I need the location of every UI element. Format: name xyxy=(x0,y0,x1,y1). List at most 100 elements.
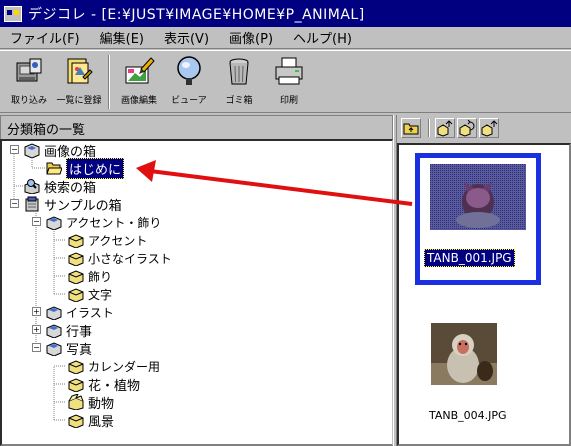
tree-item-label: カレンダー用 xyxy=(88,359,161,374)
box-icon xyxy=(68,286,84,303)
image-edit-button[interactable]: 画像編集 xyxy=(114,51,164,111)
tree-item-illustration[interactable]: イラスト xyxy=(46,303,114,321)
tree-item-label: 小さなイラスト xyxy=(88,251,172,266)
thumbnail-toolbar xyxy=(397,115,571,141)
tree-item-introduction[interactable]: はじめに xyxy=(46,157,125,179)
up-folder-button[interactable] xyxy=(401,118,421,138)
tree-item-text[interactable]: 文字 xyxy=(68,285,112,303)
trash-button[interactable]: ゴミ箱 xyxy=(214,51,264,111)
move-icon xyxy=(437,120,453,137)
tree-item-sample-box[interactable]: サンプルの箱 xyxy=(24,195,122,214)
tree-item-scenery[interactable]: 風景 xyxy=(68,411,115,430)
tree-item-label: 検索の箱 xyxy=(44,180,97,196)
box-icon xyxy=(68,232,84,249)
copy-icon xyxy=(459,119,475,137)
app-icon[interactable] xyxy=(4,5,22,22)
move-button[interactable] xyxy=(435,118,455,138)
box-icon xyxy=(68,268,84,285)
tree-item-small-illustration[interactable]: 小さなイラスト xyxy=(68,249,172,267)
thumbnail-pane[interactable]: TANB_001.JPG TANB_004.JPG xyxy=(397,143,571,446)
title-bar[interactable]: デジコレ - [E:¥JUST¥IMAGE¥HOME¥P_ANIMAL] xyxy=(0,0,571,27)
export-icon xyxy=(481,120,498,137)
printer-icon xyxy=(273,55,305,87)
main-toolbar: 取り込み 一覧に登録 画像編集 ビューア ゴミ箱 印刷 xyxy=(0,50,571,113)
box-icon xyxy=(68,376,84,393)
tree-item-label: 風景 xyxy=(88,414,115,430)
scanner-icon xyxy=(13,55,45,87)
tree-expander[interactable]: − xyxy=(32,343,41,352)
category-tree[interactable]: − 画像の箱 はじめに 検索の箱 − サンプルの箱 − アクセント・飾り アクセ… xyxy=(0,139,393,446)
tree-item-search-box[interactable]: 検索の箱 xyxy=(24,177,97,196)
tree-item-events[interactable]: 行事 xyxy=(46,321,93,340)
register-list-label: 一覧に登録 xyxy=(56,96,102,106)
tree-item-decoration[interactable]: 飾り xyxy=(68,267,112,285)
import-label: 取り込み xyxy=(10,96,47,106)
category-list-header: 分類箱の一覧 xyxy=(0,115,393,139)
trash-icon xyxy=(223,55,255,87)
search-box-icon xyxy=(24,178,40,195)
thumbnail-image-monkey xyxy=(431,323,497,385)
register-list-button[interactable]: 一覧に登録 xyxy=(54,51,104,111)
box-open-icon xyxy=(68,393,84,411)
tree-item-label: 飾り xyxy=(88,269,113,284)
trash-label: ゴミ箱 xyxy=(225,96,253,106)
thumbnail-tanb-001[interactable]: TANB_001.JPG xyxy=(415,153,541,285)
menu-bar: ファイル(F) 編集(E) 表示(V) 画像(P) ヘルプ(H) xyxy=(0,27,571,49)
magnifier-icon xyxy=(173,55,205,87)
viewer-label: ビューア xyxy=(171,96,207,106)
image-edit-icon xyxy=(123,55,155,87)
tree-item-label: 文字 xyxy=(88,287,113,302)
tree-item-label: イラスト xyxy=(66,305,114,320)
tree-expander[interactable]: − xyxy=(10,145,19,154)
print-label: 印刷 xyxy=(279,96,298,106)
box-icon xyxy=(68,412,84,429)
box-icon xyxy=(68,250,84,267)
tree-item-accent-decor[interactable]: アクセント・飾り xyxy=(46,213,161,231)
tree-item-flowers-plants[interactable]: 花・植物 xyxy=(68,375,141,394)
window-title: デジコレ - [E:¥JUST¥IMAGE¥HOME¥P_ANIMAL] xyxy=(28,6,365,23)
tree-item-label: はじめに xyxy=(66,157,125,179)
menu-image[interactable]: 画像(P) xyxy=(219,28,283,47)
tree-item-label: 行事 xyxy=(66,324,93,340)
tree-expander[interactable]: + xyxy=(32,307,41,316)
tree-expander[interactable]: − xyxy=(10,199,19,208)
toolbar-separator xyxy=(428,119,430,137)
app-window: デジコレ - [E:¥JUST¥IMAGE¥HOME¥P_ANIMAL] ファイ… xyxy=(0,0,571,446)
thumbnail-caption: TANB_004.JPG xyxy=(429,409,507,422)
tree-item-photos[interactable]: 写真 xyxy=(46,339,93,358)
import-button[interactable]: 取り込み xyxy=(4,51,54,111)
box-icon xyxy=(46,322,62,339)
tree-item-image-box[interactable]: 画像の箱 xyxy=(24,141,96,160)
folder-open-icon xyxy=(46,160,63,176)
tree-expander[interactable]: + xyxy=(32,325,41,334)
print-button[interactable]: 印刷 xyxy=(264,51,314,111)
box-icon xyxy=(68,358,84,375)
up-folder-icon xyxy=(403,123,419,135)
category-list-title: 分類箱の一覧 xyxy=(7,123,86,138)
tree-item-label: アクセント・飾り xyxy=(66,215,162,230)
box-icon xyxy=(46,214,62,231)
box-icon xyxy=(46,340,62,357)
thumbnail-tanb-004[interactable] xyxy=(429,323,499,393)
tree-item-accent[interactable]: アクセント xyxy=(68,231,147,249)
thumbnail-caption: TANB_001.JPG xyxy=(424,249,515,267)
thumbnail-image-cat xyxy=(430,164,526,230)
tree-item-animals[interactable]: 動物 xyxy=(68,393,115,412)
viewer-button[interactable]: ビューア xyxy=(164,51,214,111)
export-button[interactable] xyxy=(479,118,499,138)
menu-file[interactable]: ファイル(F) xyxy=(0,28,90,47)
menu-help[interactable]: ヘルプ(H) xyxy=(283,28,362,47)
menu-edit[interactable]: 編集(E) xyxy=(90,28,154,47)
box-icon xyxy=(46,304,62,321)
tree-item-label: 動物 xyxy=(88,396,115,412)
register-list-icon xyxy=(63,55,95,87)
menu-view[interactable]: 表示(V) xyxy=(154,28,219,47)
tree-item-label: アクセント xyxy=(88,233,148,248)
tree-item-label: 写真 xyxy=(66,342,93,358)
tree-item-label: サンプルの箱 xyxy=(44,198,122,214)
tree-expander[interactable]: − xyxy=(32,217,41,226)
image-edit-label: 画像編集 xyxy=(120,96,157,106)
copy-button[interactable] xyxy=(457,118,477,138)
tree-item-label: 花・植物 xyxy=(88,378,141,394)
tree-item-calendar[interactable]: カレンダー用 xyxy=(68,357,160,375)
